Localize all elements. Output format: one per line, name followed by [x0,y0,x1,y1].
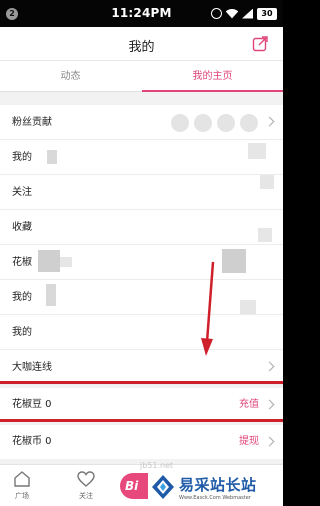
list-item-label: 大咖连线 [12,362,52,373]
chevron-right-icon [264,116,275,127]
alarm-icon [211,8,222,19]
blurred-content [60,257,72,267]
blurred-content [47,150,57,164]
blurred-content [46,284,56,306]
highlight-line [0,419,283,422]
status-icons: 30 [211,6,277,21]
beans-balance: 花椒豆 0 [12,399,52,410]
blurred-content [240,300,256,314]
site-watermark: 易采站长站 Www.Easck.Com Webmaster [148,471,283,506]
blurred-content [258,228,272,242]
blurred-content [248,143,266,159]
chevron-right-icon [264,361,275,372]
list-item-label: 我的 [12,327,32,338]
nav-label: 广场 [15,492,29,500]
wallet-row-beans[interactable]: 花椒豆 0 充值 [0,388,283,422]
list-item-vip-connect[interactable]: 大咖连线 [0,350,283,385]
avatar [194,114,212,132]
blurred-content [38,250,60,272]
avatar [171,114,189,132]
recharge-button[interactable]: 充值 [239,388,259,422]
app-header: 我的 [0,27,283,60]
nav-item-follow[interactable]: 关注 [66,469,106,501]
profile-tabs: 动态 我的主页 [0,60,283,92]
list-item-my-2[interactable]: 我的 [0,280,283,315]
home-icon [14,471,30,487]
signal-icon [242,8,253,19]
list-item-label: 关注 [12,187,32,198]
list-item-favorites[interactable]: 收藏 [0,210,283,245]
watermark-subtitle: Www.Easck.Com Webmaster [179,495,251,501]
blurred-content [260,175,274,189]
profile-menu-list: 粉丝贡献 我的 关注 收藏 花椒 我的 我的 大咖连线 [0,105,283,385]
tab-my-homepage[interactable]: 我的主页 [142,61,283,92]
tab-feed[interactable]: 动态 [0,61,141,92]
app-screen: 我的 动态 我的主页 粉丝贡献 我的 关注 收藏 花椒 我的 我的 大咖连线 花… [0,27,283,506]
site-logo-icon [152,475,174,499]
list-item-my-1[interactable]: 我的 [0,140,283,175]
list-item-follow[interactable]: 关注 [0,175,283,210]
status-bar: 2 11:24PM 30 [0,0,283,27]
list-item-label: 收藏 [12,222,32,233]
chevron-right-icon [264,399,275,410]
wallet-row-coins[interactable]: 花椒币 0 提现 [0,425,283,459]
page-title: 我的 [128,40,155,55]
list-item-fan-contribution[interactable]: 粉丝贡献 [0,105,283,140]
watermark-site-name: 易采站长站 [179,476,257,494]
list-item-huajiao[interactable]: 花椒 [0,245,283,280]
highlight-line [0,381,283,384]
blurred-content [222,249,246,273]
heart-icon [77,471,95,487]
wifi-icon [226,9,238,19]
withdraw-button[interactable]: 提现 [239,425,259,459]
list-item-my-3[interactable]: 我的 [0,315,283,350]
avatar [240,114,258,132]
battery-icon: 30 [257,7,277,20]
chevron-right-icon [264,436,275,447]
watermark-url: jb51.net [140,461,174,470]
list-item-label: 我的 [12,152,32,163]
list-item-label: 花椒 [12,257,32,268]
share-icon[interactable] [252,35,269,52]
nav-item-square[interactable]: 广场 [2,469,42,501]
coins-balance: 花椒币 0 [12,436,52,447]
list-item-label: 我的 [12,292,32,303]
nav-label: 关注 [79,492,93,500]
list-item-label: 粉丝贡献 [12,117,52,128]
avatar [217,114,235,132]
